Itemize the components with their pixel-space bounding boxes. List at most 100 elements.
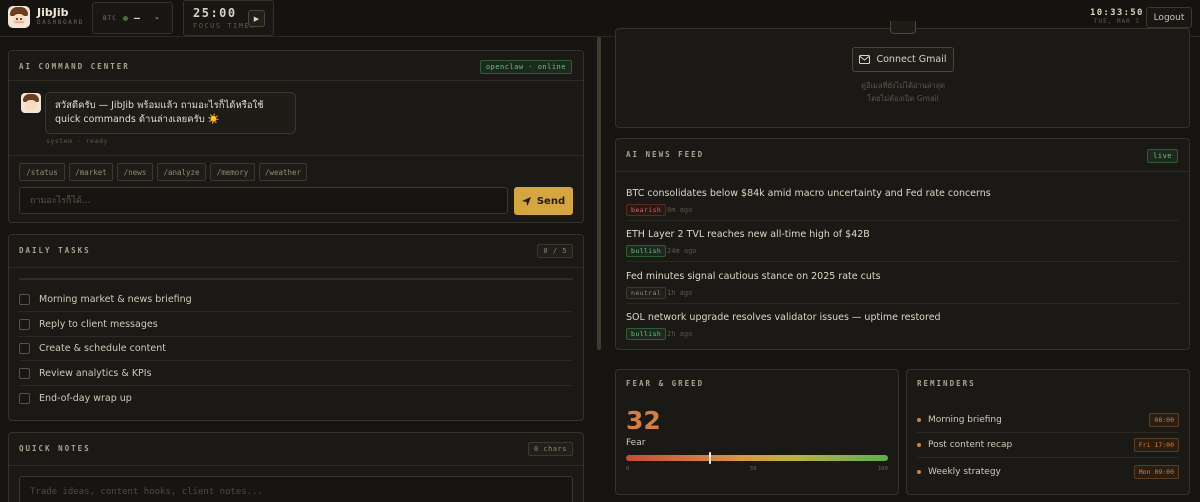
task-row[interactable]: End-of-day wrap up xyxy=(19,386,573,410)
reminder-label: Morning briefing xyxy=(928,415,1002,425)
focus-timer: 25:00 FOCUS TIMER ▶ xyxy=(183,0,274,36)
column-scrollbar[interactable] xyxy=(597,37,601,350)
news-item[interactable]: ETH Layer 2 TVL reaches new all-time hig… xyxy=(626,221,1179,262)
news-headline: ETH Layer 2 TVL reaches new all-time hig… xyxy=(626,229,870,240)
news-item[interactable]: SOL network upgrade resolves validator i… xyxy=(626,304,1179,345)
ticker-price: — xyxy=(133,12,140,24)
task-label: Create & schedule content xyxy=(39,343,166,354)
task-label: Review analytics & KPIs xyxy=(39,368,152,379)
reminder-label: Weekly strategy xyxy=(928,466,1001,477)
task-checkbox[interactable] xyxy=(19,294,30,305)
notes-count-badge: 0 chars xyxy=(527,442,573,456)
fear-greed-marker xyxy=(708,452,711,464)
timer-time: 25:00 xyxy=(193,6,237,20)
task-row[interactable]: Create & schedule content xyxy=(19,337,573,361)
gmail-panel: Connect Gmail คู่อีเมลที่ยังไม่ได้อ่านล่… xyxy=(615,21,1190,128)
btc-ticker: BTC — - xyxy=(92,2,173,34)
ai-command-center-panel: AI COMMAND CENTER openclaw · online สวัส… xyxy=(8,50,584,223)
ticker-status-dot xyxy=(122,15,128,21)
clock: 10:33:50 TUE, MAR 3 xyxy=(1090,8,1144,25)
task-checkbox[interactable] xyxy=(19,392,30,404)
daily-tasks-panel: DAILY TASKS 0 / 5 Morning market & news … xyxy=(8,234,584,421)
reminder-item[interactable]: Weekly strategy Mon 09:00 xyxy=(917,459,1179,484)
live-badge: live xyxy=(1147,149,1178,163)
scale-mid: 50 xyxy=(750,466,757,472)
task-checkbox[interactable] xyxy=(19,368,30,379)
news-feed-panel: AI NEWS FEED live BTC consolidates below… xyxy=(615,138,1190,350)
reminder-item[interactable]: Post content recap Fri 17:00 xyxy=(917,433,1179,458)
status-badge: openclaw · online xyxy=(479,60,572,74)
task-row[interactable]: Morning market & news briefing xyxy=(19,288,573,312)
gmail-note-line: โดยไม่ต้องเปิด Gmail xyxy=(867,94,939,103)
panel-title: DAILY TASKS xyxy=(19,246,91,255)
panel-title: FEAR & GREED xyxy=(626,379,705,388)
news-time: 8m ago xyxy=(667,206,693,214)
task-checkbox[interactable] xyxy=(19,343,30,354)
command-input[interactable] xyxy=(19,187,508,214)
sentiment-badge: neutral xyxy=(626,287,667,299)
news-headline: SOL network upgrade resolves validator i… xyxy=(626,312,941,323)
app-name: JibJib xyxy=(37,6,69,19)
scale-min: 0 xyxy=(626,466,630,472)
clock-time: 10:33:50 xyxy=(1090,8,1144,18)
play-button[interactable]: ▶ xyxy=(248,10,265,27)
task-checkbox[interactable] xyxy=(19,319,30,330)
app-logo xyxy=(8,6,30,28)
task-progress-bar xyxy=(19,278,573,280)
news-time: 24m ago xyxy=(667,247,697,255)
command-chip-market[interactable]: /market xyxy=(69,163,113,181)
quick-notes-panel: QUICK NOTES 0 chars xyxy=(8,432,584,502)
panel-title: REMINDERS xyxy=(917,379,976,388)
panel-title: AI COMMAND CENTER xyxy=(19,62,130,71)
send-icon xyxy=(521,196,531,206)
reminder-item[interactable]: Morning briefing 08:00 xyxy=(917,408,1179,433)
news-headline: Fed minutes signal cautious stance on 20… xyxy=(626,271,881,282)
reminder-dot xyxy=(917,443,921,447)
task-label: End-of-day wrap up xyxy=(39,392,132,404)
logout-button[interactable]: Logout xyxy=(1146,7,1192,28)
reminder-time: Fri 17:00 xyxy=(1133,438,1179,452)
app-subtitle: DASHBOARD xyxy=(37,19,84,26)
command-chip-weather[interactable]: /weather xyxy=(259,163,307,181)
task-label: Reply to client messages xyxy=(39,319,158,330)
mail-icon xyxy=(859,55,871,64)
reminder-time: 08:00 xyxy=(1149,413,1179,427)
reminder-dot xyxy=(917,469,921,474)
reminder-time: Mon 09:00 xyxy=(1133,464,1179,479)
sentiment-badge: bearish xyxy=(626,204,667,216)
news-time: 1h ago xyxy=(667,289,693,297)
send-button[interactable]: Send xyxy=(514,187,573,215)
command-chip-analyze[interactable]: /analyze xyxy=(157,163,206,181)
gmail-note-line: คู่อีเมลที่ยังไม่ได้อ่านล่าสุด xyxy=(860,81,946,90)
news-headline: BTC consolidates below $84k amid macro u… xyxy=(626,188,991,199)
command-chip-memory[interactable]: /memory xyxy=(210,163,255,181)
task-row[interactable]: Review analytics & KPIs xyxy=(19,362,573,386)
play-icon: ▶ xyxy=(253,14,260,23)
connect-gmail-label: Connect Gmail xyxy=(876,54,947,65)
fear-greed-label: Fear xyxy=(626,438,646,448)
send-label: Send xyxy=(536,195,566,207)
brand: JibJib DASHBOARD xyxy=(8,6,84,28)
connect-gmail-button[interactable]: Connect Gmail xyxy=(852,47,954,72)
reminders-panel: REMINDERS Morning briefing 08:00 Post co… xyxy=(906,369,1190,495)
mail-icon xyxy=(890,21,916,34)
assistant-avatar xyxy=(21,93,41,113)
command-chip-news[interactable]: /news xyxy=(117,163,153,181)
notes-textarea[interactable] xyxy=(19,476,573,502)
fear-greed-value: 32 xyxy=(626,406,661,435)
task-count-badge: 0 / 5 xyxy=(537,244,573,258)
task-label: Morning market & news briefing xyxy=(39,294,192,305)
gmail-note: คู่อีเมลที่ยังไม่ได้อ่านล่าสุด โดยไม่ต้อ… xyxy=(786,79,1020,105)
reminder-label: Post content recap xyxy=(928,440,1013,450)
task-row[interactable]: Reply to client messages xyxy=(19,313,573,337)
scale-max: 100 xyxy=(878,466,888,472)
fear-greed-panel: FEAR & GREED 32 Fear 0 50 100 xyxy=(615,369,899,495)
command-chip-status[interactable]: /status xyxy=(19,163,65,181)
news-item[interactable]: BTC consolidates below $84k amid macro u… xyxy=(626,180,1179,221)
message-meta: system · ready xyxy=(46,137,108,145)
timer-label: FOCUS TIMER xyxy=(193,22,256,30)
news-item[interactable]: Fed minutes signal cautious stance on 20… xyxy=(626,263,1179,304)
sentiment-badge: bullish xyxy=(626,245,667,257)
panel-title: AI NEWS FEED xyxy=(626,150,705,159)
news-time: 2h ago xyxy=(667,330,693,338)
